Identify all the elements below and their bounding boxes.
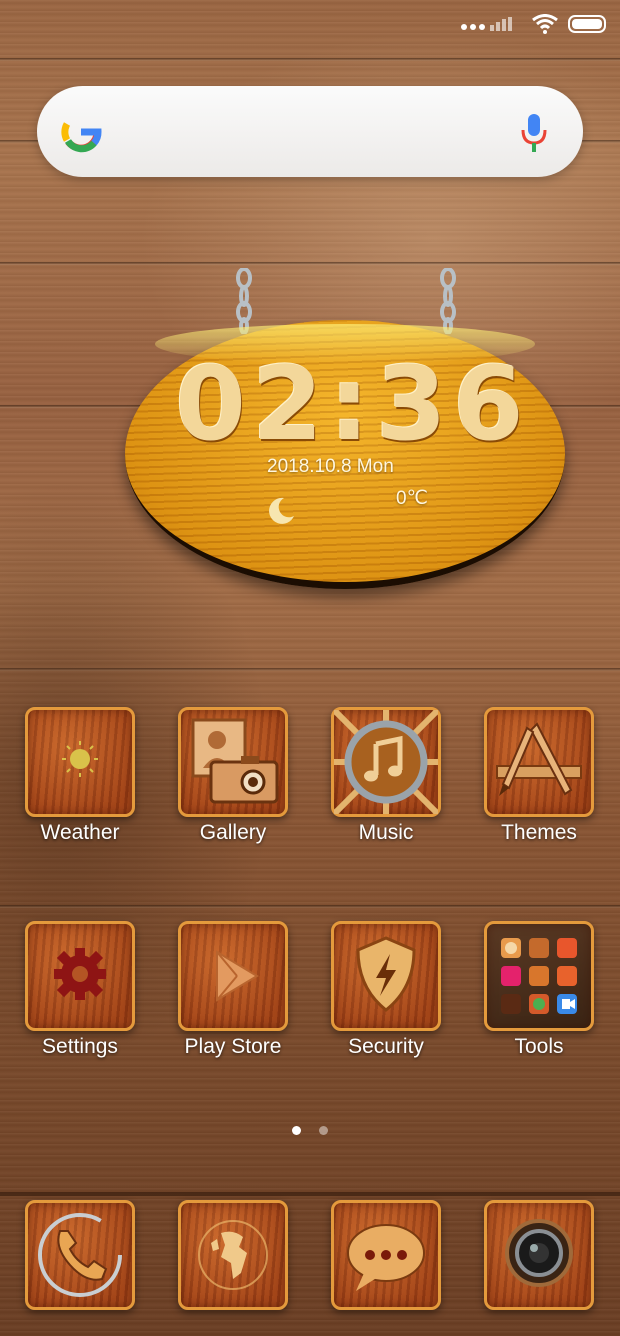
app-gallery[interactable]: Gallery (158, 707, 308, 845)
brush-ruler-icon (496, 722, 582, 796)
dock-phone[interactable] (5, 1200, 155, 1310)
moon-icon (269, 497, 294, 524)
messages-tile[interactable] (331, 1200, 441, 1310)
wifi-icon (532, 14, 558, 34)
security-tile[interactable] (331, 921, 441, 1031)
shield-bolt-icon (356, 936, 416, 1012)
app-music[interactable]: Music (311, 707, 461, 845)
signal-dots-icon (461, 17, 512, 31)
themes-tile[interactable] (484, 707, 594, 817)
dock-camera[interactable] (464, 1200, 614, 1310)
app-weather[interactable]: Weather (5, 707, 155, 845)
plank-seam (0, 262, 620, 265)
app-label: Play Store (184, 1035, 282, 1058)
gear-icon (54, 948, 106, 1000)
app-label: Settings (42, 1035, 118, 1058)
chain-left-icon (236, 268, 252, 334)
messages-icon (347, 1224, 425, 1291)
google-g-icon (61, 112, 102, 153)
gallery-tile[interactable] (178, 707, 288, 817)
phone-icon (38, 1213, 122, 1297)
dock-divider (0, 1192, 620, 1196)
music-tile[interactable] (331, 707, 441, 817)
phone-tile[interactable] (25, 1200, 135, 1310)
app-play-store[interactable]: Play Store (158, 921, 308, 1059)
app-label: Music (358, 821, 414, 844)
page-indicator[interactable] (292, 1126, 328, 1135)
settings-tile[interactable] (25, 921, 135, 1031)
clock-time[interactable]: 02:36 (175, 345, 524, 464)
page-dot[interactable] (319, 1126, 328, 1135)
browser-tile[interactable] (178, 1200, 288, 1310)
plank-seam (0, 58, 620, 61)
app-settings[interactable]: Settings (5, 921, 155, 1059)
dock-browser[interactable] (158, 1200, 308, 1310)
sun-icon (62, 741, 98, 777)
camera-tile[interactable] (484, 1200, 594, 1310)
status-bar (460, 10, 608, 38)
music-note-icon (334, 710, 438, 814)
play-store-tile[interactable] (178, 921, 288, 1031)
app-label: Themes (501, 821, 577, 844)
weather-tile[interactable] (25, 707, 135, 817)
app-security[interactable]: Security (311, 921, 461, 1059)
play-icon (216, 950, 259, 1002)
app-label: Gallery (199, 821, 267, 844)
folder-icon (501, 938, 577, 1014)
battery-icon (568, 15, 606, 33)
app-tools-folder[interactable]: Tools (464, 921, 614, 1059)
plank-seam (0, 668, 620, 671)
app-label: Security (348, 1035, 424, 1058)
clock-date: 2018.10.8 Mon (267, 456, 394, 477)
mic-icon[interactable] (521, 113, 547, 153)
camera-icon (505, 1219, 573, 1287)
plank-seam (0, 905, 620, 908)
page-dot-active[interactable] (292, 1126, 301, 1135)
clock-temperature: 0℃ (396, 488, 428, 509)
app-label: Tools (514, 1035, 564, 1058)
app-themes[interactable]: Themes (464, 707, 614, 845)
tools-folder-tile[interactable] (484, 921, 594, 1031)
google-search-bar[interactable] (37, 86, 583, 177)
chain-right-icon (440, 268, 456, 334)
photo-camera-icon (191, 718, 279, 804)
app-label: Weather (40, 821, 120, 844)
dock-messages[interactable] (311, 1200, 461, 1310)
browser-globe-icon (198, 1220, 268, 1290)
